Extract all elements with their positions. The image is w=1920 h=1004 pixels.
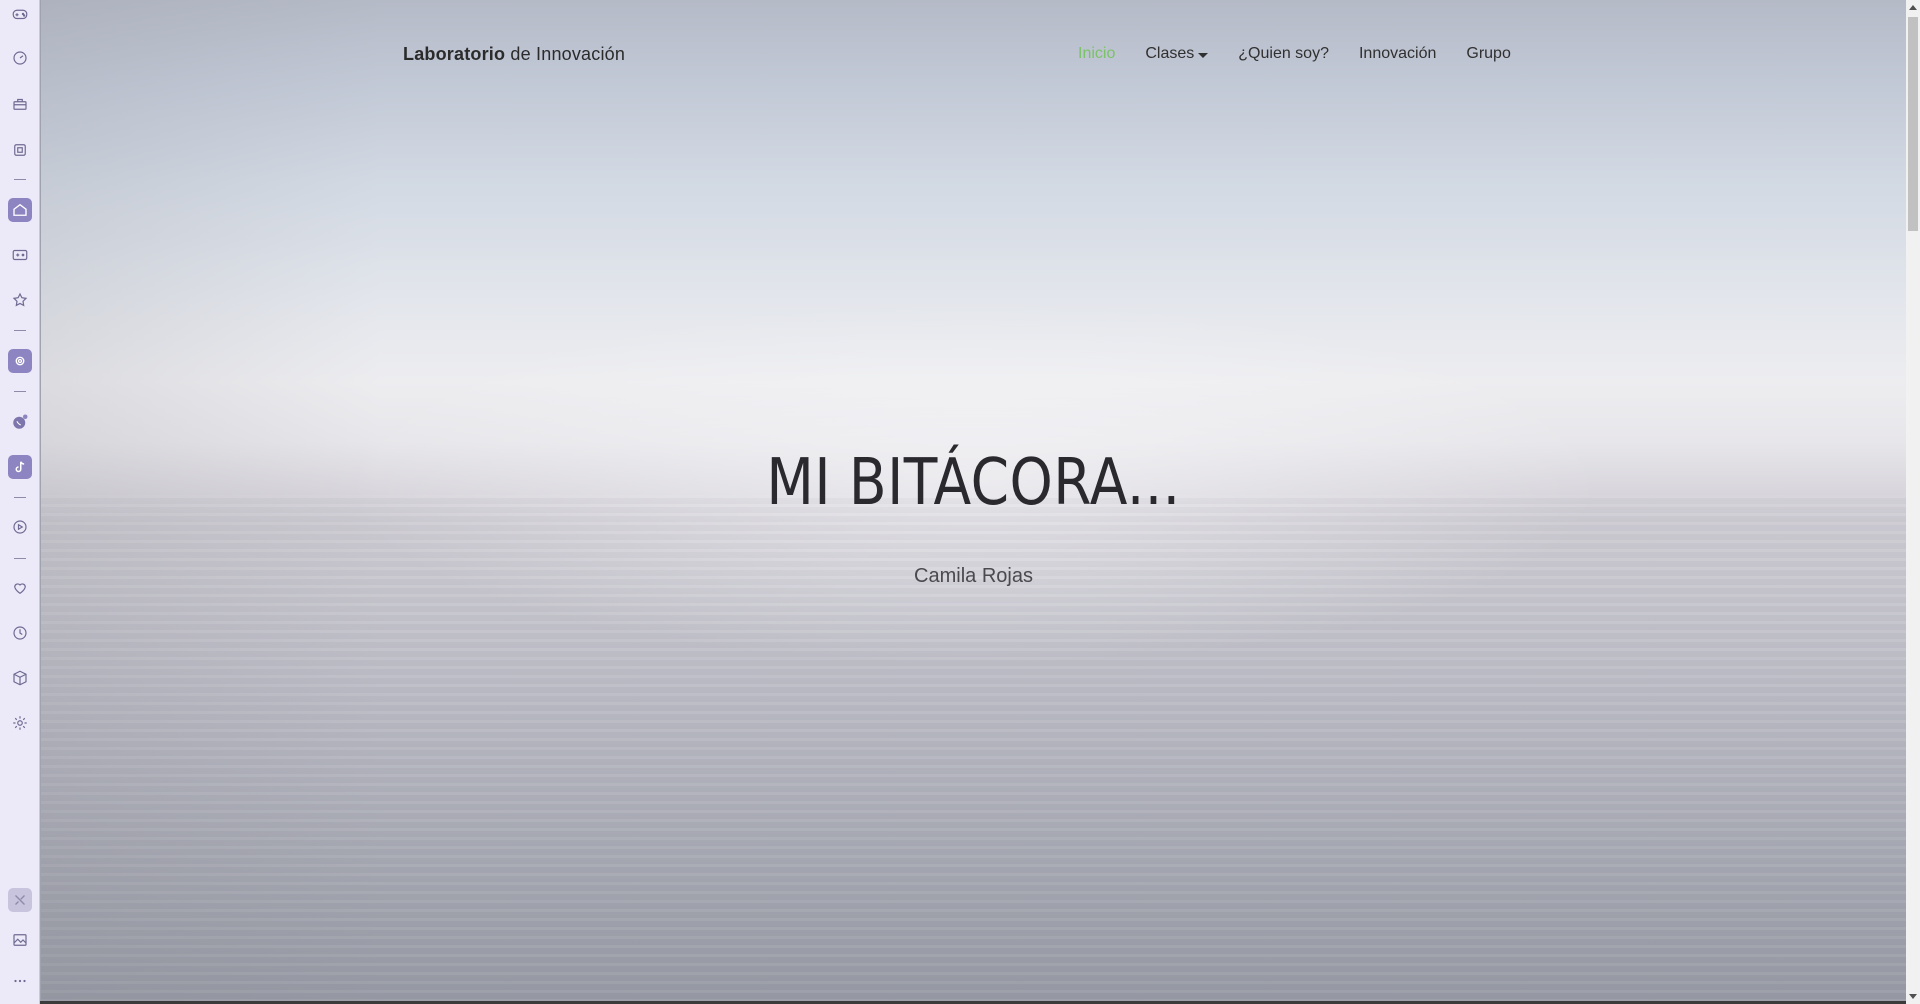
page-title: MI BITÁCORA... bbox=[766, 446, 1181, 520]
cube-icon[interactable] bbox=[8, 666, 32, 690]
settings-badge-icon[interactable] bbox=[8, 349, 32, 373]
brand-rest: de Innovación bbox=[505, 44, 626, 64]
scroll-down-arrow-icon[interactable] bbox=[1909, 994, 1917, 999]
sidebar-divider bbox=[14, 497, 26, 498]
browser-sidebar bbox=[0, 0, 40, 1004]
brand-bold: Laboratorio bbox=[403, 44, 506, 64]
caret-down-icon bbox=[1198, 52, 1209, 58]
sidebar-divider bbox=[14, 391, 26, 392]
vertical-scrollbar[interactable] bbox=[1906, 0, 1920, 1004]
star-icon[interactable] bbox=[8, 288, 32, 312]
sidebar-divider bbox=[14, 330, 26, 331]
gamepad-icon[interactable] bbox=[8, 2, 32, 26]
tools-icon[interactable] bbox=[8, 888, 32, 912]
scroll-up-arrow-icon[interactable] bbox=[1909, 5, 1917, 10]
heart-icon[interactable] bbox=[8, 576, 32, 600]
site-brand[interactable]: Laboratorio de Innovación bbox=[403, 44, 625, 65]
nav-item-inicio[interactable]: Inicio bbox=[1078, 45, 1115, 63]
chip-icon[interactable] bbox=[8, 138, 32, 162]
play-icon[interactable] bbox=[8, 515, 32, 539]
home-icon[interactable] bbox=[8, 198, 32, 222]
gallery-icon[interactable] bbox=[8, 928, 32, 952]
tiktok-icon[interactable] bbox=[8, 455, 32, 479]
briefcase-icon[interactable] bbox=[8, 92, 32, 116]
main-nav: Inicio Clases ¿Quien soy? Innovación Gru… bbox=[1078, 45, 1541, 63]
gear-icon[interactable] bbox=[8, 711, 32, 735]
sidebar-divider bbox=[14, 558, 26, 559]
nav-item-innovacion[interactable]: Innovación bbox=[1359, 45, 1436, 63]
hero-section: Laboratorio de Innovación Inicio Clases … bbox=[41, 0, 1906, 1004]
game-controller-icon[interactable] bbox=[8, 243, 32, 267]
nav-item-clases[interactable]: Clases bbox=[1145, 45, 1209, 63]
scroll-thumb[interactable] bbox=[1908, 17, 1918, 231]
speedometer-icon[interactable] bbox=[8, 46, 32, 70]
more-icon[interactable] bbox=[8, 969, 32, 993]
nav-item-quien-soy[interactable]: ¿Quien soy? bbox=[1238, 45, 1329, 63]
clock-icon[interactable] bbox=[8, 621, 32, 645]
nav-item-grupo[interactable]: Grupo bbox=[1466, 45, 1510, 63]
sidebar-divider bbox=[14, 179, 26, 180]
whatsapp-icon[interactable] bbox=[8, 410, 32, 434]
author-name: Camila Rojas bbox=[914, 565, 1033, 587]
